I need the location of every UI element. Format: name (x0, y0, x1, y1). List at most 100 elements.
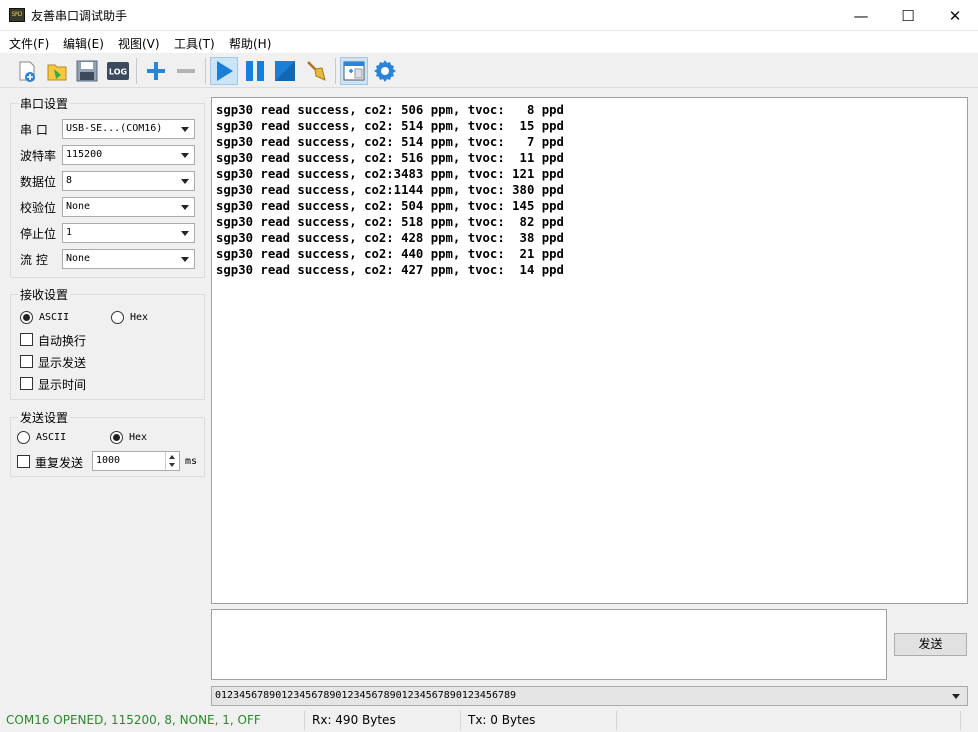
port-value: USB-SE...(COM16) (66, 123, 163, 134)
serial-settings-title: 串口设置 (18, 95, 71, 112)
toolbar-separator (335, 58, 336, 84)
baud-rate-select[interactable]: 115200 (62, 145, 195, 165)
chevron-down-icon (181, 127, 189, 132)
send-history-select[interactable]: 0123456789012345678901234567890123456789… (211, 686, 968, 706)
status-divider (460, 711, 461, 730)
close-button[interactable]: ✕ (932, 0, 978, 31)
open-folder-icon (47, 64, 67, 81)
receive-line: sgp30 read success, co2: 428 ppm, tvoc: … (216, 231, 564, 245)
pause-button[interactable] (241, 57, 269, 85)
status-bar: COM16 OPENED, 115200, 8, NONE, 1, OFF Rx… (0, 709, 978, 732)
add-icon (147, 62, 165, 80)
receive-line: sgp30 read success, co2: 506 ppm, tvoc: … (216, 103, 564, 117)
menu-help[interactable]: 帮助(H) (229, 35, 271, 52)
receive-settings-title: 接收设置 (18, 286, 71, 303)
receive-line: sgp30 read success, co2: 514 ppm, tvoc: … (216, 119, 564, 133)
toolbar-separator (136, 58, 137, 84)
chevron-down-icon (181, 205, 189, 210)
repeat-send-checkbox[interactable] (17, 455, 30, 468)
tx-count: Tx: 0 Bytes (468, 713, 536, 727)
repeat-send-label: 重复发送 (35, 456, 84, 470)
menu-edit[interactable]: 编辑(E) (63, 35, 104, 52)
start-button[interactable] (210, 57, 238, 85)
port-select[interactable]: USB-SE...(COM16) (62, 119, 195, 139)
rx-count: Rx: 490 Bytes (312, 713, 396, 727)
chevron-down-icon (181, 153, 189, 158)
receive-hex-label: Hex (130, 312, 149, 323)
repeat-interval-unit: ms (185, 456, 198, 467)
log-icon: LOG (107, 62, 129, 80)
send-ascii-label: ASCII (36, 432, 67, 443)
baud-rate-value: 115200 (66, 149, 103, 160)
stop-bits-label: 停止位 (20, 227, 57, 241)
send-ascii-radio[interactable] (17, 431, 30, 444)
menu-tools[interactable]: 工具(T) (174, 35, 215, 52)
save-disk-icon (76, 60, 98, 82)
stop-bits-value: 1 (66, 227, 73, 238)
stop-icon (275, 61, 295, 81)
data-bits-select[interactable]: 8 (62, 171, 195, 191)
receive-text-area[interactable]: sgp30 read success, co2: 506 ppm, tvoc: … (211, 97, 968, 604)
menu-bar: 文件(F) 编辑(E) 视图(V) 工具(T) 帮助(H) (0, 31, 978, 53)
data-bits-value: 8 (66, 175, 73, 186)
send-button[interactable]: 发送 (894, 633, 967, 656)
receive-line: sgp30 read success, co2: 440 ppm, tvoc: … (216, 247, 564, 261)
window-title: 友善串口调试助手 (31, 9, 128, 23)
connection-status: COM16 OPENED, 115200, 8, NONE, 1, OFF (6, 713, 261, 727)
new-session-button[interactable] (13, 57, 41, 85)
log-button[interactable]: LOG (104, 57, 132, 85)
settings-button[interactable] (371, 57, 399, 85)
parity-select[interactable]: None (62, 197, 195, 217)
maximize-button[interactable]: ☐ (885, 0, 931, 31)
stop-button[interactable] (271, 57, 299, 85)
flow-control-select[interactable]: None (62, 249, 195, 269)
port-label: 串 口 (20, 123, 48, 137)
menu-view[interactable]: 视图(V) (118, 35, 160, 52)
send-text-area[interactable] (211, 609, 887, 680)
new-session-icon (19, 61, 35, 82)
toolbar: LOG (0, 54, 978, 88)
show-time-label: 显示时间 (38, 378, 87, 392)
receive-line: sgp30 read success, co2: 514 ppm, tvoc: … (216, 135, 564, 149)
chevron-down-icon (952, 694, 960, 699)
receive-hex-radio[interactable] (111, 311, 124, 324)
pause-icon (246, 61, 264, 81)
remove-button[interactable] (172, 57, 200, 85)
stop-bits-select[interactable]: 1 (62, 223, 195, 243)
chevron-down-icon (181, 179, 189, 184)
layout-button[interactable] (340, 57, 368, 85)
spin-down-icon[interactable] (169, 463, 175, 467)
app-icon: SMJ (9, 8, 25, 22)
window-layout-icon (343, 61, 365, 81)
chevron-down-icon (181, 257, 189, 262)
clear-button[interactable] (302, 57, 330, 85)
title-bar: SMJ 友善串口调试助手 — ☐ ✕ (0, 0, 978, 31)
spin-buttons[interactable] (165, 452, 179, 470)
parity-value: None (66, 201, 91, 212)
save-button[interactable] (73, 57, 101, 85)
auto-wrap-checkbox[interactable] (20, 333, 33, 346)
flow-control-value: None (66, 253, 91, 264)
status-divider (304, 711, 305, 730)
add-button[interactable] (142, 57, 170, 85)
receive-line: sgp30 read success, co2: 518 ppm, tvoc: … (216, 215, 564, 229)
repeat-interval-spinbox[interactable]: 1000 (92, 451, 180, 471)
chevron-down-icon (181, 231, 189, 236)
remove-icon (177, 69, 195, 73)
menu-file[interactable]: 文件(F) (9, 35, 49, 52)
receive-line: sgp30 read success, co2: 504 ppm, tvoc: … (216, 199, 564, 213)
show-sent-label: 显示发送 (38, 356, 87, 370)
receive-line: sgp30 read success, co2: 427 ppm, tvoc: … (216, 263, 564, 277)
minimize-button[interactable]: — (838, 0, 884, 31)
spin-up-icon[interactable] (169, 455, 175, 459)
auto-wrap-label: 自动换行 (38, 334, 87, 348)
status-divider (960, 711, 961, 730)
receive-line: sgp30 read success, co2:3483 ppm, tvoc: … (216, 167, 564, 181)
show-time-checkbox[interactable] (20, 377, 33, 390)
play-icon (217, 61, 233, 81)
receive-line: sgp30 read success, co2:1144 ppm, tvoc: … (216, 183, 564, 197)
open-button[interactable] (43, 57, 71, 85)
show-sent-checkbox[interactable] (20, 355, 33, 368)
send-hex-radio[interactable] (110, 431, 123, 444)
receive-ascii-radio[interactable] (20, 311, 33, 324)
